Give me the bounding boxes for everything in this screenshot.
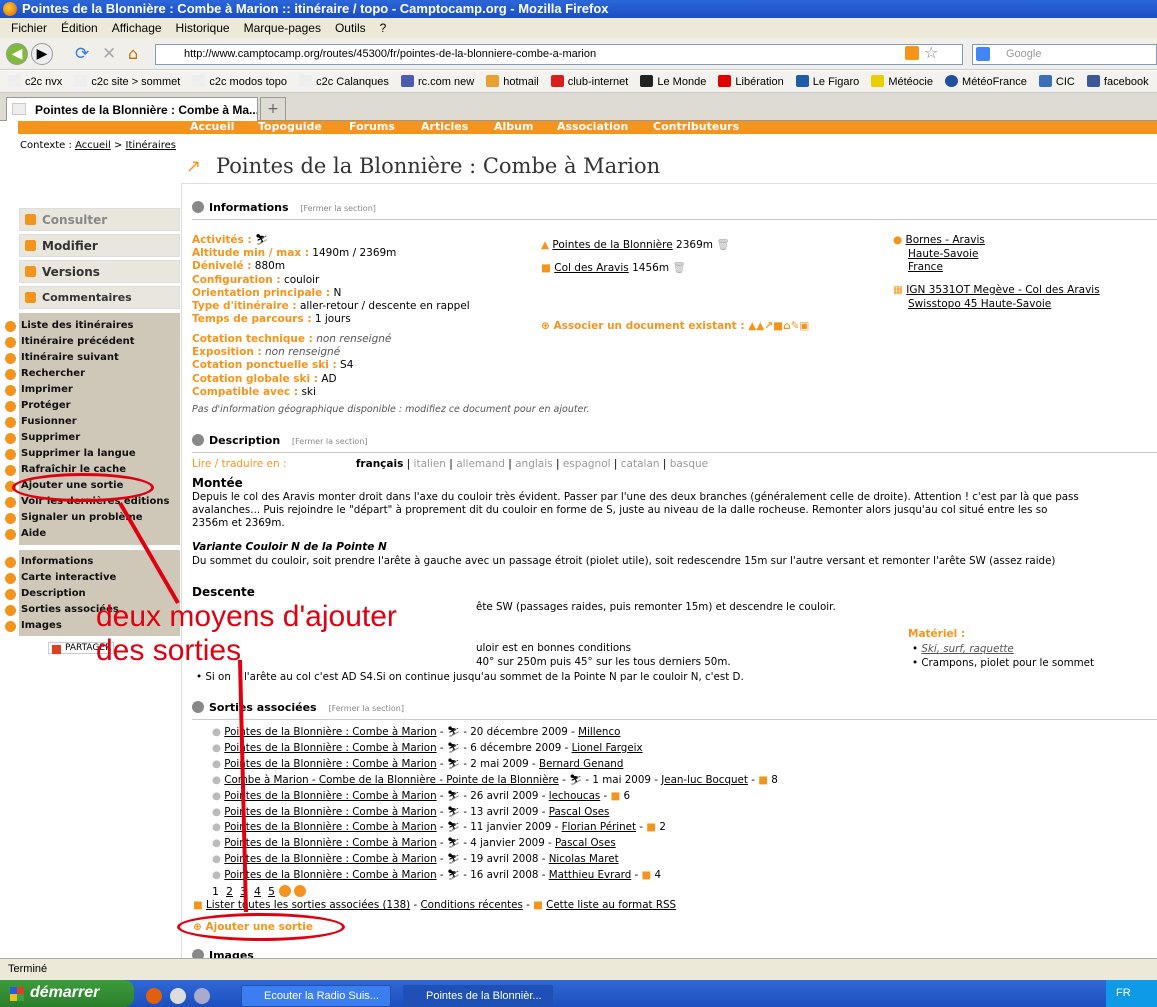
quicklaunch-icon[interactable] [194,988,210,1004]
windows-logo-icon [10,987,24,1001]
system-tray: FR [1106,980,1157,1007]
annotation-arrows [118,501,248,913]
status-bar: Terminé [0,958,1157,980]
annotation-arrow-down [238,659,248,913]
firefox-quicklaunch-icon[interactable] [146,988,162,1004]
task-firefox[interactable]: Pointes de la Blonnièr... [403,985,553,1007]
quicklaunch-icon[interactable] [170,988,186,1004]
annotation-arrow-up [118,501,180,605]
annotation-text: deux moyens d'ajouter des sorties [96,600,397,667]
task-radio[interactable]: Ecouter la Radio Suis... [241,985,391,1007]
language-indicator[interactable]: FR [1116,987,1131,999]
